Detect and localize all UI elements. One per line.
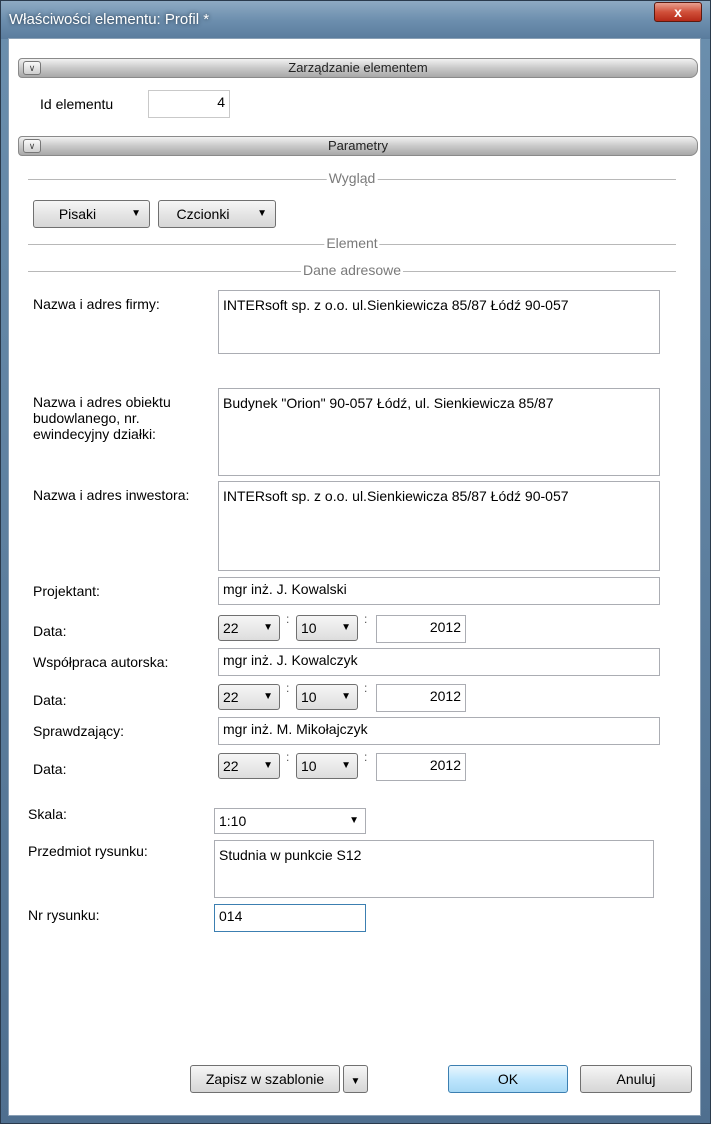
wspolpraca-field[interactable]: mgr inż. J. Kowalczyk bbox=[218, 648, 660, 676]
dropdown-arrow-icon: ▼ bbox=[263, 622, 273, 633]
date-label: Data: bbox=[33, 761, 67, 777]
zapisz-dropdown-button[interactable]: ▼ bbox=[343, 1065, 368, 1093]
dropdown-arrow-icon: ▼ bbox=[131, 208, 141, 219]
date-label: Data: bbox=[33, 623, 67, 639]
colon-separator: : bbox=[286, 750, 290, 764]
sprawdzajacy-field[interactable]: mgr inż. M. Mikołajczyk bbox=[218, 717, 660, 745]
separator-dane-adresowe: Dane adresowe bbox=[300, 262, 404, 278]
czcionki-button[interactable]: Czcionki ▼ bbox=[158, 200, 276, 228]
close-icon: x bbox=[674, 4, 682, 20]
dropdown-arrow-icon: ▼ bbox=[341, 691, 351, 702]
nr-rysunku-label: Nr rysunku: bbox=[28, 907, 100, 923]
year-field[interactable]: 2012 bbox=[376, 753, 466, 781]
dropdown-arrow-icon: ▼ bbox=[341, 622, 351, 633]
dropdown-arrow-icon: ▼ bbox=[350, 1076, 361, 1087]
year-field[interactable]: 2012 bbox=[376, 684, 466, 712]
przedmiot-label: Przedmiot rysunku: bbox=[28, 843, 148, 859]
collapse-icon[interactable]: ∨ bbox=[23, 139, 41, 153]
nr-rysunku-field[interactable]: 014 bbox=[214, 904, 366, 932]
day-select[interactable]: 22 ▼ bbox=[218, 684, 280, 710]
colon-separator: : bbox=[286, 681, 290, 695]
month-select[interactable]: 10 ▼ bbox=[296, 684, 358, 710]
obiekt-label: Nazwa i adres obiektu budowlanego, nr. e… bbox=[33, 394, 171, 442]
day-value: 22 bbox=[223, 758, 239, 774]
zapisz-w-szablonie-button[interactable]: Zapisz w szablonie bbox=[190, 1065, 340, 1093]
id-element-field: 4 bbox=[148, 90, 230, 118]
anuluj-label: Anuluj bbox=[616, 1071, 656, 1087]
czcionki-label: Czcionki bbox=[176, 206, 230, 222]
ok-button[interactable]: OK bbox=[448, 1065, 568, 1093]
firma-label: Nazwa i adres firmy: bbox=[33, 296, 160, 312]
dropdown-arrow-icon: ▼ bbox=[263, 691, 273, 702]
day-value: 22 bbox=[223, 620, 239, 636]
month-value: 10 bbox=[301, 689, 317, 705]
sprawdzajacy-label: Sprawdzający: bbox=[33, 723, 125, 739]
colon-separator: : bbox=[364, 612, 368, 626]
ok-label: OK bbox=[497, 1071, 519, 1087]
dropdown-arrow-icon: ▼ bbox=[341, 760, 351, 771]
day-value: 22 bbox=[223, 689, 239, 705]
window-title: Właściwości elementu: Profil * bbox=[9, 11, 210, 28]
day-select[interactable]: 22 ▼ bbox=[218, 753, 280, 779]
anuluj-button[interactable]: Anuluj bbox=[580, 1065, 692, 1093]
skala-label: Skala: bbox=[28, 806, 67, 822]
title-bar[interactable]: Właściwości elementu: Profil * x bbox=[1, 1, 710, 39]
obiekt-field[interactable]: Budynek "Orion" 90-057 Łódź, ul. Sienkie… bbox=[218, 388, 660, 476]
month-value: 10 bbox=[301, 620, 317, 636]
projektant-label: Projektant: bbox=[33, 583, 100, 599]
zapisz-label: Zapisz w szablonie bbox=[205, 1071, 325, 1087]
dropdown-arrow-icon: ▼ bbox=[349, 815, 359, 826]
wspolpraca-label: Współpraca autorska: bbox=[33, 654, 169, 670]
dropdown-arrow-icon: ▼ bbox=[263, 760, 273, 771]
month-value: 10 bbox=[301, 758, 317, 774]
separator-element: Element bbox=[324, 235, 380, 251]
month-select[interactable]: 10 ▼ bbox=[296, 753, 358, 779]
skala-select[interactable]: 1:10 ▼ bbox=[214, 808, 366, 834]
group-header-zarzadzanie[interactable]: ∨ Zarządzanie elementem bbox=[18, 58, 698, 78]
close-button[interactable]: x bbox=[654, 2, 702, 22]
colon-separator: : bbox=[286, 612, 290, 626]
separator-wyglad: Wygląd bbox=[326, 170, 378, 186]
colon-separator: : bbox=[364, 681, 368, 695]
day-select[interactable]: 22 ▼ bbox=[218, 615, 280, 641]
colon-separator: : bbox=[364, 750, 368, 764]
group-title: Zarządzanie elementem bbox=[288, 60, 428, 75]
projektant-field[interactable]: mgr inż. J. Kowalski bbox=[218, 577, 660, 605]
inwestor-label: Nazwa i adres inwestora: bbox=[33, 487, 190, 503]
dropdown-arrow-icon: ▼ bbox=[257, 208, 267, 219]
skala-value: 1:10 bbox=[219, 813, 247, 829]
inwestor-field[interactable]: INTERsoft sp. z o.o. ul.Sienkiewicza 85/… bbox=[218, 481, 660, 571]
przedmiot-field[interactable]: Studnia w punkcie S12 bbox=[214, 840, 654, 898]
group-title: Parametry bbox=[328, 138, 388, 153]
pisaki-button[interactable]: Pisaki ▼ bbox=[33, 200, 150, 228]
date-label: Data: bbox=[33, 692, 67, 708]
group-header-parametry[interactable]: ∨ Parametry bbox=[18, 136, 698, 156]
firma-field[interactable]: INTERsoft sp. z o.o. ul.Sienkiewicza 85/… bbox=[218, 290, 660, 354]
month-select[interactable]: 10 ▼ bbox=[296, 615, 358, 641]
pisaki-label: Pisaki bbox=[58, 206, 97, 222]
id-element-label: Id elementu bbox=[40, 96, 114, 112]
year-field[interactable]: 2012 bbox=[376, 615, 466, 643]
collapse-icon[interactable]: ∨ bbox=[23, 61, 41, 75]
